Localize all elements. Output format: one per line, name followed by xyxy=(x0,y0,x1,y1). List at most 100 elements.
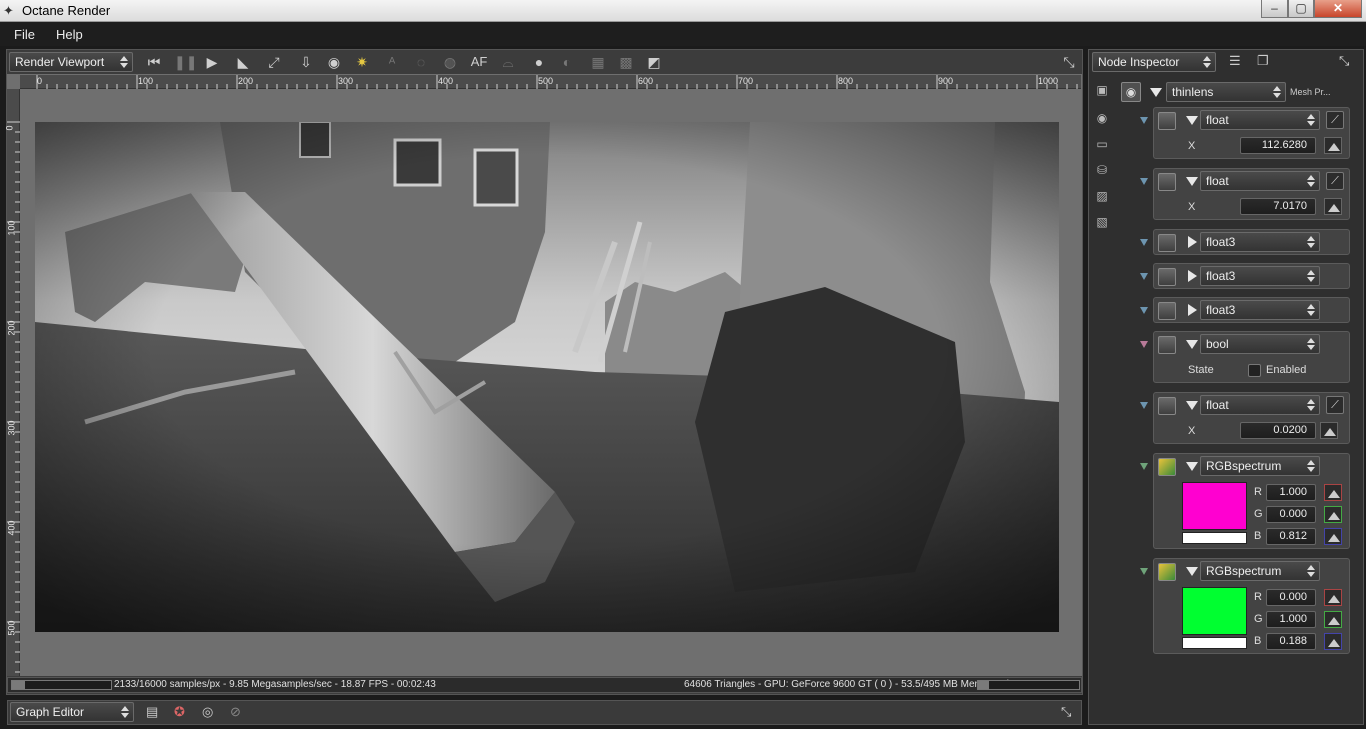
collapse-triangle-icon[interactable] xyxy=(1186,116,1198,125)
expand-toggle-icon[interactable] xyxy=(1140,463,1148,470)
slider-icon[interactable] xyxy=(1324,137,1342,154)
green-value-input[interactable]: 0.000 xyxy=(1266,506,1316,523)
camera-node-icon[interactable]: ◉ xyxy=(1121,82,1141,102)
node-type-selector[interactable]: float xyxy=(1200,171,1320,191)
collapse-triangle-icon[interactable] xyxy=(1186,177,1198,186)
curve-icon[interactable]: ⟋ xyxy=(1326,111,1344,129)
maximize-button[interactable]: ▢ xyxy=(1288,0,1314,18)
node-type-selector[interactable]: float xyxy=(1200,110,1320,130)
collapse-triangle-icon[interactable] xyxy=(1186,567,1198,576)
save-image-icon[interactable]: ⇩ xyxy=(296,52,316,72)
add-node-icon[interactable]: ✪ xyxy=(174,704,185,720)
material-picker-icon[interactable]: ◍ xyxy=(440,52,460,72)
red-slider-icon[interactable] xyxy=(1324,589,1342,606)
expand-triangle-icon[interactable] xyxy=(1188,236,1197,248)
color-picker-icon[interactable]: ◉ xyxy=(324,52,344,72)
collapse-triangle-icon[interactable] xyxy=(1186,340,1198,349)
alpha-channel-icon[interactable]: ◩ xyxy=(644,52,664,72)
expand-triangle-icon[interactable] xyxy=(1188,304,1197,316)
region-render-icon[interactable]: ▦ xyxy=(588,52,608,72)
clay-mode-icon[interactable]: ⌓ xyxy=(498,52,518,72)
maximize-panel-icon[interactable]: ⤡ xyxy=(1339,53,1349,69)
expand-toggle-icon[interactable] xyxy=(1140,117,1148,124)
curve-icon[interactable]: ⟋ xyxy=(1326,396,1344,414)
curve-icon[interactable]: ⟋ xyxy=(1326,172,1344,190)
environment-icon[interactable]: ▨ xyxy=(1094,188,1110,204)
color-swatch[interactable] xyxy=(1182,587,1247,635)
minimize-button[interactable]: – xyxy=(1261,0,1288,18)
expand-toggle-icon[interactable] xyxy=(1140,273,1148,280)
expand-triangle-icon[interactable] xyxy=(1188,270,1197,282)
delete-node-icon[interactable]: ⊘ xyxy=(230,704,241,720)
slider-icon[interactable] xyxy=(1324,198,1342,215)
ruler-tool-icon[interactable]: ◣ xyxy=(233,52,253,72)
updown-arrows-icon xyxy=(120,55,128,69)
blue-slider-icon[interactable] xyxy=(1324,633,1342,650)
value-input[interactable]: 112.6280 xyxy=(1240,137,1316,154)
maximize-panel-icon[interactable]: ⤡ xyxy=(1059,52,1079,72)
collapse-triangle-icon[interactable] xyxy=(1186,462,1198,471)
blue-value-input[interactable]: 0.188 xyxy=(1266,633,1316,650)
inspector-selector[interactable]: Node Inspector xyxy=(1092,52,1216,72)
value-input[interactable]: 0.0200 xyxy=(1240,422,1316,439)
focus-picker-icon[interactable]: ᴬ xyxy=(382,52,402,72)
node-type-selector[interactable]: RGBspectrum xyxy=(1200,561,1320,581)
white-point-icon[interactable]: ◌ xyxy=(411,52,431,72)
fit-view-icon[interactable]: ⤢ xyxy=(264,52,284,72)
color-swatch[interactable] xyxy=(1182,482,1247,530)
expand-toggle-icon[interactable] xyxy=(1140,402,1148,409)
close-button[interactable]: ✕ xyxy=(1314,0,1362,18)
light-icon[interactable]: ✷ xyxy=(352,52,372,72)
collapse-triangle-icon[interactable] xyxy=(1186,401,1198,410)
green-slider-icon[interactable] xyxy=(1324,506,1342,523)
pause-icon[interactable]: ❚❚ xyxy=(174,52,197,72)
expand-toggle-icon[interactable] xyxy=(1140,178,1148,185)
texture-icon[interactable]: ▧ xyxy=(1094,214,1110,230)
expand-toggle-icon[interactable] xyxy=(1140,307,1148,314)
sphere-alt-icon[interactable]: ◐ xyxy=(557,52,577,72)
checker-icon[interactable]: ▩ xyxy=(616,52,636,72)
node-type-selector[interactable]: float xyxy=(1200,395,1320,415)
node-type-selector[interactable]: float3 xyxy=(1200,232,1320,252)
node-type-selector[interactable]: RGBspectrum xyxy=(1200,456,1320,476)
green-value-input[interactable]: 1.000 xyxy=(1266,611,1316,628)
expand-toggle-icon[interactable] xyxy=(1140,239,1148,246)
ruler-label: 500 xyxy=(6,620,17,636)
camera-node-icon[interactable]: ◎ xyxy=(202,704,213,720)
node-type-selector[interactable]: float3 xyxy=(1200,266,1320,286)
menu-file[interactable]: File xyxy=(14,27,35,42)
blue-value-input[interactable]: 0.812 xyxy=(1266,528,1316,545)
collapse-all-icon[interactable]: ☰ xyxy=(1229,53,1241,69)
viewport-selector[interactable]: Render Viewport xyxy=(9,52,133,72)
save-graph-icon[interactable]: ▤ xyxy=(146,704,158,720)
image-node-icon[interactable]: ▣ xyxy=(1094,82,1110,98)
restart-render-icon[interactable]: ⏮ xyxy=(144,52,164,72)
menu-help[interactable]: Help xyxy=(56,27,83,42)
autofocus-button[interactable]: AF xyxy=(469,52,489,72)
slider-icon[interactable] xyxy=(1320,422,1338,439)
red-value-input[interactable]: 0.000 xyxy=(1266,589,1316,606)
red-value-input[interactable]: 1.000 xyxy=(1266,484,1316,501)
value-input[interactable]: 7.0170 xyxy=(1240,198,1316,215)
root-node-type-label: thinlens xyxy=(1172,85,1214,99)
panel-icon[interactable]: ▭ xyxy=(1094,136,1110,152)
maximize-panel-icon[interactable]: ⤡ xyxy=(1061,704,1071,720)
database-icon[interactable]: ⛁ xyxy=(1094,162,1110,178)
green-slider-icon[interactable] xyxy=(1324,611,1342,628)
graph-editor-selector[interactable]: Graph Editor xyxy=(10,702,134,722)
enabled-checkbox[interactable] xyxy=(1248,364,1261,377)
red-slider-icon[interactable] xyxy=(1324,484,1342,501)
updown-arrows-icon xyxy=(1307,564,1315,578)
camera-icon[interactable]: ◉ xyxy=(1094,110,1110,126)
expand-toggle-icon[interactable] xyxy=(1140,341,1148,348)
play-icon[interactable]: ▶ xyxy=(202,52,222,72)
collapse-triangle-icon[interactable] xyxy=(1150,88,1162,97)
node-type-selector[interactable]: float3 xyxy=(1200,300,1320,320)
render-image[interactable] xyxy=(35,122,1059,632)
expand-toggle-icon[interactable] xyxy=(1140,568,1148,575)
root-node-type-selector[interactable]: thinlens xyxy=(1166,82,1286,102)
expand-all-icon[interactable]: ❐ xyxy=(1257,53,1269,69)
blue-slider-icon[interactable] xyxy=(1324,528,1342,545)
node-type-selector[interactable]: bool xyxy=(1200,334,1320,354)
sphere-icon[interactable]: ● xyxy=(529,52,549,72)
